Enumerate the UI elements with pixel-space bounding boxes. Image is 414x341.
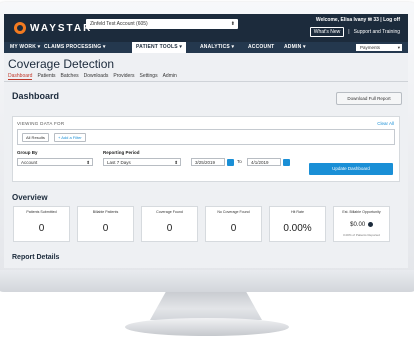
header-divider <box>4 81 408 82</box>
logo-text: WAYSTAR <box>30 22 93 34</box>
viewing-data-label: VIEWING DATA FOR <box>17 121 65 126</box>
nav-account[interactable]: ACCOUNT <box>248 42 274 53</box>
user-area: Welcome, Elisa Ivany ✉ 33 | Log off What… <box>309 17 400 37</box>
filters-box: All Results + Add a Filter <box>17 129 395 145</box>
top-bar: WAYSTAR Zinfeld Test Account (605) ⬍ Wel… <box>4 14 408 42</box>
chevron-down-icon: ⬍ <box>230 21 235 27</box>
subnav-admin[interactable]: Admin <box>163 73 177 80</box>
message-count[interactable]: 33 <box>373 17 379 23</box>
overview-card-billable-opportunity: Est. Billable Opportunity $0.00 0.00% of… <box>333 206 390 242</box>
reporting-period-select[interactable]: Last 7 Days ⬍ <box>103 158 181 166</box>
clear-all-link[interactable]: Clear All <box>377 121 394 126</box>
all-results-chip[interactable]: All Results <box>22 133 49 142</box>
subnav-downloads[interactable]: Downloads <box>84 73 109 80</box>
group-by-select[interactable]: Account ⬍ <box>17 158 93 166</box>
payments-select[interactable]: Payments ▾ <box>356 44 402 51</box>
report-details-title: Report Details <box>12 254 60 261</box>
chevron-down-icon: ▾ <box>397 45 400 50</box>
logo-icon <box>14 22 26 34</box>
chevron-down-icon: ⬍ <box>86 160 90 165</box>
dashboard-title: Dashboard <box>12 91 60 101</box>
nav-patient-tools[interactable]: PATIENT TOOLS ▾ <box>132 42 187 53</box>
logoff-link[interactable]: Log off <box>383 17 400 23</box>
calendar-icon[interactable] <box>227 159 234 166</box>
monitor-base <box>125 318 289 336</box>
subnav-batches[interactable]: Batches <box>61 73 79 80</box>
main-nav: MY WORK ▾ CLAIMS PROCESSING ▾ PATIENT TO… <box>4 42 408 53</box>
monitor-bezel: WAYSTAR Zinfeld Test Account (605) ⬍ Wel… <box>0 2 414 278</box>
overview-card-billable-patients: Billable Patients 0 <box>77 206 134 242</box>
monitor-scene: WAYSTAR Zinfeld Test Account (605) ⬍ Wel… <box>0 0 414 341</box>
date-from-input[interactable]: 3/25/2019 <box>191 158 225 166</box>
subnav-dashboard[interactable]: Dashboard <box>8 73 33 80</box>
nav-analytics[interactable]: ANALYTICS ▾ <box>200 42 234 53</box>
nav-claims-processing[interactable]: CLAIMS PROCESSING ▾ <box>44 42 106 53</box>
overview-card-no-coverage-found: No Coverage Found 0 <box>205 206 262 242</box>
subnav-settings[interactable]: Settings <box>140 73 158 80</box>
page-title: Coverage Detection <box>8 57 115 71</box>
update-dashboard-button[interactable]: Update Dashboard <box>309 163 393 175</box>
subnav-patients[interactable]: Patients <box>37 73 55 80</box>
monitor-chin <box>0 270 414 292</box>
account-select-value: Zinfeld Test Account (605) <box>90 21 148 27</box>
nav-admin[interactable]: ADMIN ▾ <box>284 42 306 53</box>
logo: WAYSTAR <box>14 22 92 34</box>
monitor-stand <box>150 292 262 320</box>
app-screen: WAYSTAR Zinfeld Test Account (605) ⬍ Wel… <box>4 14 408 268</box>
overview-title: Overview <box>12 193 48 202</box>
filter-panel: VIEWING DATA FOR Clear All All Results +… <box>12 116 400 182</box>
overview-card-patients-submitted: Patients Submitted 0 <box>13 206 70 242</box>
chevron-down-icon: ⬍ <box>174 160 178 165</box>
reporting-period-label: Reporting Period <box>103 150 140 155</box>
overview-card-hit-rate: Hit Rate 0.00% <box>269 206 326 242</box>
subnav-providers[interactable]: Providers <box>113 73 134 80</box>
date-to-input[interactable]: 4/1/2019 <box>247 158 281 166</box>
info-icon[interactable] <box>367 222 373 227</box>
nav-my-work[interactable]: MY WORK ▾ <box>10 42 40 53</box>
add-filter-button[interactable]: + Add a Filter <box>54 133 86 142</box>
group-by-label: Group By <box>17 150 38 155</box>
overview-card-coverage-found: Coverage Found 0 <box>141 206 198 242</box>
download-full-report-button[interactable]: Download Full Report <box>336 92 402 105</box>
sub-nav: Dashboard Patients Batches Downloads Pro… <box>8 73 177 80</box>
to-label: To <box>237 159 242 164</box>
whats-new-button[interactable]: What's New <box>309 27 345 37</box>
account-select[interactable]: Zinfeld Test Account (605) ⬍ <box>86 19 238 29</box>
welcome-text: Welcome, Elisa Ivany <box>315 17 367 23</box>
support-link[interactable]: Support and Training <box>354 29 400 35</box>
mail-icon[interactable]: ✉ <box>368 17 372 23</box>
calendar-icon[interactable] <box>283 159 290 166</box>
